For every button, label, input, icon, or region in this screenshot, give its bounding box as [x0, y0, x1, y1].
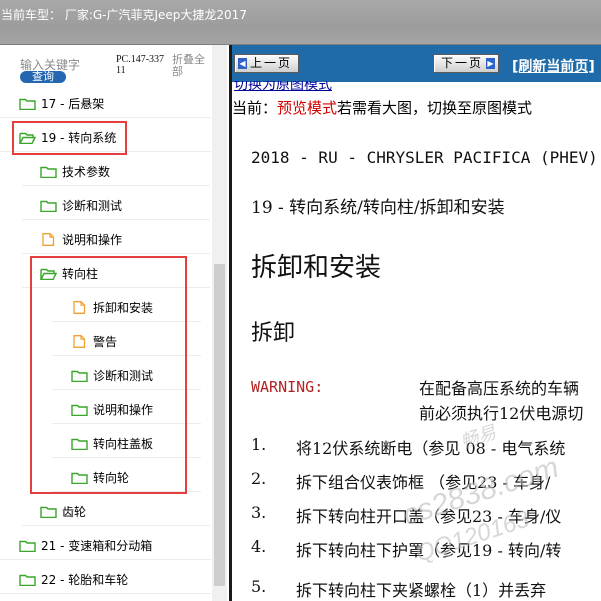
tree-item-label: 技术参数: [62, 164, 111, 179]
next-page-label: 下一页: [441, 56, 484, 70]
step-text: 拆下转向柱开口盖（参见23 - 车身/仪: [296, 507, 562, 526]
step-text: 拆下转向柱下夹紧螺栓（1）并丢弃: [296, 581, 547, 600]
switch-original-mode-link[interactable]: 切换为原图模式: [234, 81, 332, 93]
tree-item-label: 17 - 后悬架: [41, 96, 105, 111]
tree-item-steering-system[interactable]: 19 - 转向系统: [0, 122, 211, 152]
tree-item-removal-installation[interactable]: 拆卸和安装: [52, 292, 201, 322]
refresh-page-link[interactable]: [刷新当前页]: [512, 56, 595, 76]
section-title: 拆卸: [251, 321, 296, 346]
document-nav-bar: ◀ 上一页 下一页 ▶ [刷新当前页]: [232, 45, 601, 82]
warning-text-line1: 在配备高压系统的车辆: [419, 379, 580, 398]
tree-item-tires-wheels[interactable]: 22 - 轮胎和车轮: [0, 564, 211, 594]
scrollbar-thumb[interactable]: [214, 264, 225, 586]
tree-item-label: 22 - 轮胎和车轮: [41, 572, 129, 587]
mode-value: 预览模式: [277, 99, 338, 117]
mode-line: 当前：预览模式若需看大图，切换至原图模式: [232, 97, 532, 118]
tree-item-description[interactable]: 说明和操作: [22, 224, 210, 254]
tree-item-label: 说明和操作: [62, 232, 123, 247]
query-button[interactable]: 查询: [20, 71, 66, 83]
tree-item-transmission[interactable]: 21 - 变速箱和分动箱: [0, 530, 211, 560]
step-number: 3.: [251, 503, 267, 522]
step-text: 拆下转向柱下护罩（参见19 - 转向/转: [296, 541, 562, 560]
tree-item-column-cover[interactable]: 转向柱盖板: [52, 428, 201, 458]
tree-item-label: 警告: [93, 334, 118, 349]
tree-scrollbar[interactable]: [212, 45, 227, 601]
folder-icon: [71, 369, 88, 382]
step-number: 4.: [251, 537, 267, 556]
tree-item-label: 转向柱: [62, 266, 99, 281]
document-panel: ◀ 上一页 下一页 ▶ [刷新当前页] 切换为原图模式 当前：预览模式若需看大图…: [232, 45, 601, 601]
folder-icon: [40, 165, 57, 178]
tree-item-label: 说明和操作: [93, 402, 154, 417]
step-number: 5.: [251, 577, 267, 596]
folder-icon: [40, 505, 57, 518]
step-text: 将12伏系统断电（参见 08 - 电气系统: [296, 439, 566, 458]
document-icon: [71, 300, 88, 314]
tree-item-steering-column[interactable]: 转向柱: [22, 258, 210, 288]
tree-item-label: 转向轮: [93, 470, 130, 485]
warning-text-line2: 前必须执行12伏电源切: [419, 404, 584, 423]
folder-icon: [19, 539, 36, 552]
prev-page-button[interactable]: ◀ 上一页: [234, 54, 299, 73]
folder-icon: [40, 199, 57, 212]
document-icon: [40, 232, 57, 246]
tree-item-label: 齿轮: [62, 504, 87, 519]
page-title: 拆卸和安装: [251, 253, 382, 283]
title-bar: 当前车型： 厂家:G-广汽菲克Jeep大捷龙2017: [0, 0, 601, 45]
tree-item-label: 拆卸和安装: [93, 300, 154, 315]
arrow-left-icon: ◀: [238, 58, 247, 69]
tree-item-label: 转向柱盖板: [93, 436, 154, 451]
tree-item-column-diagnosis[interactable]: 诊断和测试: [52, 360, 201, 390]
tree-item-tech-params[interactable]: 技术参数: [22, 156, 210, 186]
folder-icon: [71, 471, 88, 484]
pc-code: PC.147-33711: [116, 54, 165, 76]
tree-item-diagnosis[interactable]: 诊断和测试: [22, 190, 210, 220]
document-icon: [71, 334, 88, 348]
folder-icon: [71, 403, 88, 416]
left-panel: 输入关键字 查询 PC.147-33711 折叠全部 17 - 后悬架 19 -…: [0, 45, 229, 601]
step-number: 1.: [251, 435, 267, 454]
warning-label: WARNING:: [251, 378, 324, 396]
folder-open-icon: [18, 131, 37, 144]
tree-item-gear[interactable]: 齿轮: [22, 496, 210, 526]
tree-item-label: 21 - 变速箱和分动箱: [41, 538, 153, 553]
mode-suffix: 若需看大图，切换至原图模式: [337, 99, 533, 117]
mode-prefix: 当前：: [232, 99, 278, 117]
folder-icon: [71, 437, 88, 450]
folder-icon: [19, 573, 36, 586]
prev-page-label: 上一页: [250, 56, 293, 70]
next-page-button[interactable]: 下一页 ▶: [433, 54, 499, 73]
tree-item-label: 19 - 转向系统: [41, 130, 117, 145]
tree-item-warning[interactable]: 警告: [52, 326, 201, 356]
section-breadcrumb: 19 - 转向系统/转向柱/拆卸和安装: [251, 198, 505, 218]
step-number: 2.: [251, 469, 267, 488]
fold-all-link[interactable]: 折叠全部: [172, 54, 212, 78]
tree-item-label: 诊断和测试: [62, 198, 123, 213]
tree-item-steering-wheel[interactable]: 转向轮: [52, 462, 201, 492]
current-vehicle-title: 当前车型： 厂家:G-广汽菲克Jeep大捷龙2017: [1, 8, 247, 22]
arrow-right-icon: ▶: [486, 58, 495, 69]
search-area: 输入关键字 查询 PC.147-33711 折叠全部: [0, 45, 229, 85]
tree-item-column-description[interactable]: 说明和操作: [52, 394, 201, 424]
vehicle-heading: 2018 - RU - CHRYSLER PACIFICA (PHEV): [251, 148, 598, 167]
tree-item-label: 诊断和测试: [93, 368, 154, 383]
tree-item-rear-suspension[interactable]: 17 - 后悬架: [0, 88, 211, 118]
folder-open-icon: [39, 267, 58, 280]
folder-icon: [19, 97, 36, 110]
step-text: 拆下组合仪表饰框 （参见23 - 车身/: [296, 473, 551, 492]
